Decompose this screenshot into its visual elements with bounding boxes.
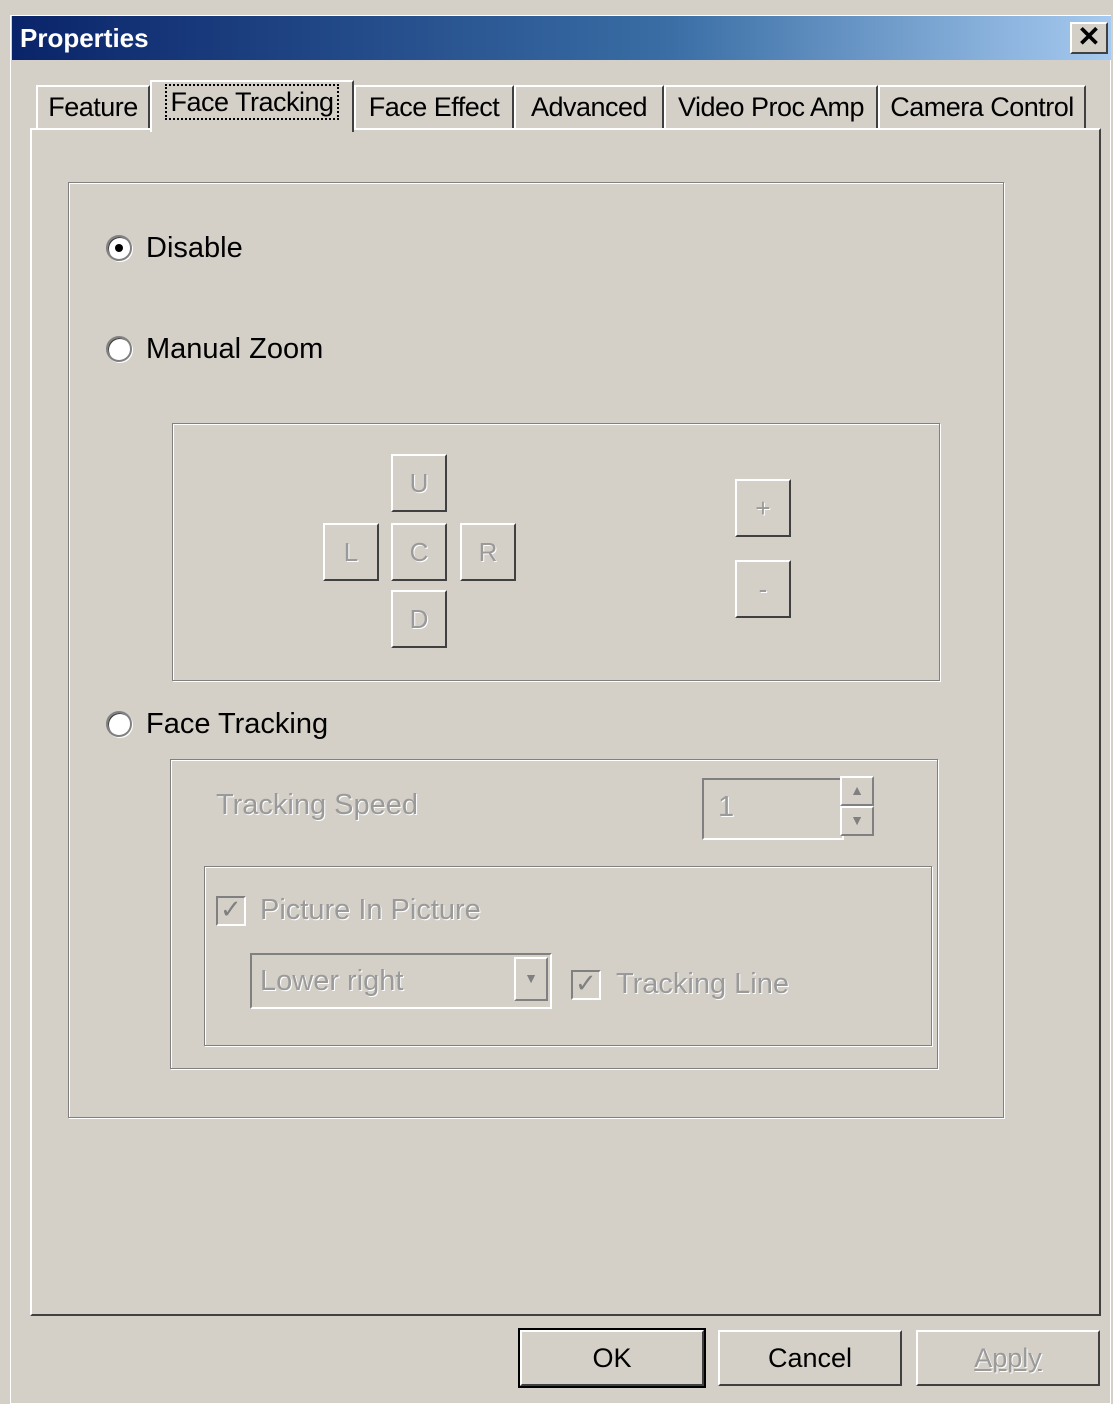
check-icon: ✓ bbox=[575, 968, 597, 998]
tracking-speed-value: 1 bbox=[718, 791, 735, 823]
pip-position-select[interactable]: Lower right ▼ bbox=[250, 953, 552, 1009]
disable-radio[interactable] bbox=[106, 235, 132, 261]
tab-label: Feature bbox=[48, 92, 138, 122]
close-icon: ✕ bbox=[1077, 21, 1101, 52]
face-tracking-radio[interactable] bbox=[106, 711, 132, 737]
spin-up-button[interactable]: ▲ bbox=[840, 776, 874, 806]
pip-position-value: Lower right bbox=[260, 965, 404, 997]
title-bar[interactable] bbox=[12, 16, 1111, 60]
tab-label: Video Proc Amp bbox=[677, 92, 865, 122]
close-button[interactable]: ✕ bbox=[1070, 22, 1108, 54]
manual-zoom-group bbox=[172, 423, 940, 681]
manual-zoom-radio[interactable] bbox=[106, 336, 132, 362]
zoom-out-button[interactable]: - bbox=[735, 560, 791, 618]
pan-left-button[interactable]: L bbox=[323, 523, 379, 581]
spin-down-icon: ▼ bbox=[850, 812, 864, 828]
spin-up-icon: ▲ bbox=[850, 782, 864, 798]
tracking-speed-label: Tracking Speed bbox=[216, 789, 419, 821]
check-icon: ✓ bbox=[220, 894, 242, 924]
tab-advanced[interactable]: Advanced bbox=[514, 85, 664, 128]
tab-label: Camera Control bbox=[890, 92, 1074, 122]
pan-down-button[interactable]: D bbox=[391, 590, 447, 648]
tab-label: Face Tracking bbox=[165, 84, 339, 120]
manual-zoom-label[interactable]: Manual Zoom bbox=[146, 332, 323, 366]
tab-feature[interactable]: Feature bbox=[36, 85, 150, 128]
tab-label: Advanced bbox=[530, 92, 648, 122]
window-title: Properties bbox=[20, 23, 149, 53]
dropdown-arrow-button[interactable]: ▼ bbox=[514, 957, 548, 1001]
tracking-line-label[interactable]: Tracking Line bbox=[616, 967, 789, 1001]
ok-button[interactable]: OK bbox=[518, 1328, 706, 1388]
face-tracking-label[interactable]: Face Tracking bbox=[146, 707, 328, 741]
pip-checkbox[interactable]: ✓ bbox=[216, 894, 246, 926]
center-button[interactable]: C bbox=[391, 523, 447, 581]
tracking-speed-input[interactable]: 1 bbox=[702, 778, 844, 840]
spin-down-button[interactable]: ▼ bbox=[840, 806, 874, 836]
pan-up-button[interactable]: U bbox=[391, 454, 447, 512]
radio-selected-dot bbox=[115, 244, 123, 252]
tab-face-effect[interactable]: Face Effect bbox=[354, 85, 514, 128]
tab-camera-control[interactable]: Camera Control bbox=[878, 85, 1086, 128]
cancel-button[interactable]: Cancel bbox=[718, 1330, 902, 1386]
tab-video-proc-amp[interactable]: Video Proc Amp bbox=[664, 85, 878, 128]
tab-label: Face Effect bbox=[368, 92, 500, 122]
pan-right-button[interactable]: R bbox=[460, 523, 516, 581]
pip-label[interactable]: Picture In Picture bbox=[260, 893, 481, 927]
tracking-line-checkbox[interactable]: ✓ bbox=[571, 968, 601, 1000]
zoom-in-button[interactable]: + bbox=[735, 479, 791, 537]
tab-face-tracking[interactable]: Face Tracking bbox=[150, 80, 354, 132]
chevron-down-icon: ▼ bbox=[524, 970, 538, 986]
apply-button[interactable]: Apply bbox=[916, 1330, 1100, 1386]
disable-label[interactable]: Disable bbox=[146, 231, 243, 265]
